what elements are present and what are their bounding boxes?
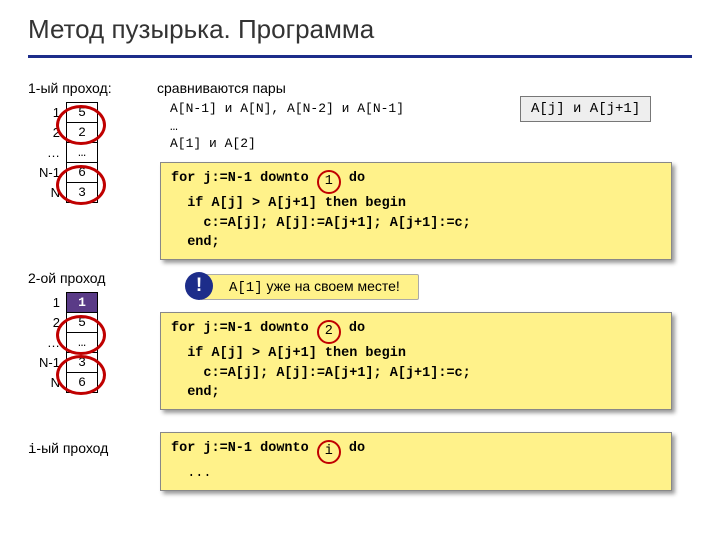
idx: N-1 [30, 355, 66, 370]
fixed-cell: 1 [66, 292, 98, 313]
key-expression: A[j] и A[j+1] [520, 96, 651, 122]
cell: … [66, 332, 98, 353]
passi-rest: -ый проход [36, 440, 108, 456]
note-text: уже на своем месте! [263, 278, 400, 294]
pairs-title: сравниваются пары [157, 80, 286, 96]
cell: … [66, 142, 98, 163]
for-target-circle: 2 [317, 320, 341, 344]
pass2-label: 2-ой проход [28, 270, 105, 286]
code-dots: ... [171, 466, 212, 481]
idx: 1 [30, 295, 66, 310]
cell: 5 [66, 102, 98, 123]
pass1-label: 1-ый проход: [28, 80, 112, 96]
code-if: if A[j] > A[j+1] then begin [171, 346, 406, 361]
pairs-line: … [170, 118, 404, 136]
code-if: if A[j] > A[j+1] then begin [171, 196, 406, 211]
cell: 6 [66, 162, 98, 183]
exclamation-icon: ! [185, 272, 213, 300]
code-for-do: do [341, 171, 365, 186]
pass2-code: for j:=N-1 downto 2 do if A[j] > A[j+1] … [160, 312, 672, 410]
cell: 2 [66, 122, 98, 143]
code-for: for j:=N-1 downto [171, 321, 317, 336]
code-end: end; [171, 235, 220, 250]
cell: 3 [66, 352, 98, 373]
pairs-list: A[N-1] и A[N], A[N-2] и A[N-1] … A[1] и … [170, 100, 404, 153]
for-target-circle: i [317, 440, 341, 464]
code-for: for j:=N-1 downto [171, 171, 317, 186]
passi-code: for j:=N-1 downto i do ... [160, 432, 672, 491]
pass1-code: for j:=N-1 downto 1 do if A[j] > A[j+1] … [160, 162, 672, 260]
idx: 2 [30, 125, 66, 140]
pass2-array: 11 25 …… N-13 N6 [30, 292, 120, 392]
pairs-line: A[N-1] и A[N], A[N-2] и A[N-1] [170, 100, 404, 118]
code-for-do: do [341, 321, 365, 336]
idx: … [30, 145, 66, 160]
code-for-do: do [341, 441, 365, 456]
note-code: A[1] [229, 280, 263, 296]
idx: 1 [30, 105, 66, 120]
idx: … [30, 335, 66, 350]
code-swap: c:=A[j]; A[j]:=A[j+1]; A[j+1]:=c; [171, 216, 471, 231]
note-callout: ! A[1] уже на своем месте! [200, 274, 419, 300]
code-for: for j:=N-1 downto [171, 441, 317, 456]
idx: N [30, 185, 66, 200]
code-end: end; [171, 385, 220, 400]
cell: 5 [66, 312, 98, 333]
idx: N [30, 375, 66, 390]
idx: 2 [30, 315, 66, 330]
cell: 3 [66, 182, 98, 203]
idx: N-1 [30, 165, 66, 180]
pass1-array: 15 22 …… N-16 N3 [30, 102, 120, 202]
code-swap: c:=A[j]; A[j]:=A[j+1]; A[j+1]:=c; [171, 366, 471, 381]
cell: 6 [66, 372, 98, 393]
passi-label: i-ый проход [28, 440, 108, 458]
title-underline [28, 55, 692, 58]
pairs-line: A[1] и A[2] [170, 135, 404, 153]
for-target-circle: 1 [317, 170, 341, 194]
page-title: Метод пузырька. Программа [0, 0, 720, 51]
